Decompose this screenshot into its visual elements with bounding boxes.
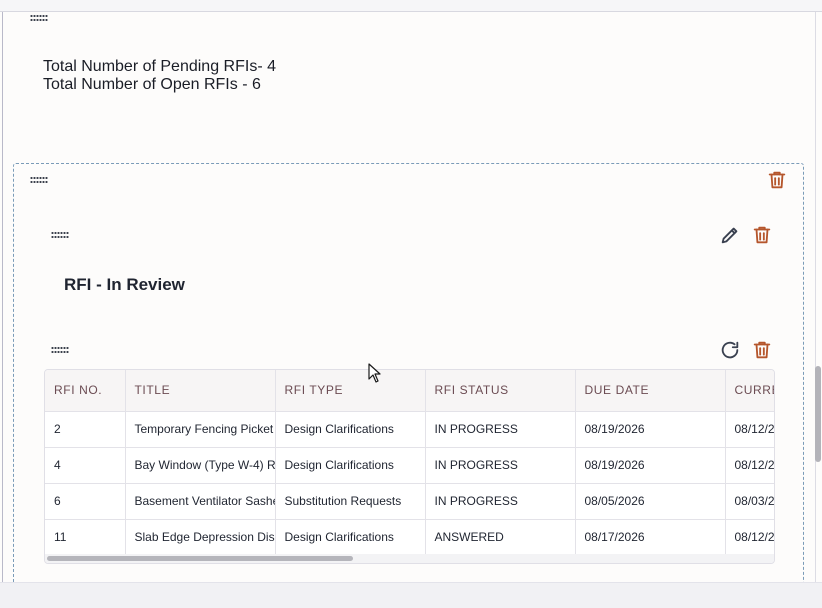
cell-current: 08/03/2 [725,483,774,520]
cell-title: Temporary Fencing Picket S [125,411,276,448]
pencil-icon[interactable] [719,224,741,246]
cell-rfi-status: IN PROGRESS [425,483,576,520]
trash-icon[interactable] [751,224,773,246]
cell-rfi-type: Design Clarifications [275,447,426,484]
drag-handle-icon[interactable] [51,346,69,354]
column-header-title[interactable]: TITLE [125,370,276,412]
column-header-rfi-type[interactable]: RFI TYPE [275,370,426,412]
cell-rfi-no: 11 [45,519,126,556]
cell-due-date: 08/05/2026 [575,483,726,520]
bottom-bar [0,582,822,608]
cell-rfi-no: 4 [45,447,126,484]
column-header-current[interactable]: CURRE [725,370,774,412]
left-rule [2,12,3,582]
cell-rfi-type: Substitution Requests [275,483,426,520]
cell-title: Basement Ventilator Sashe [125,483,276,520]
widget-title: RFI - In Review [64,275,185,294]
table-row[interactable]: 11 Slab Edge Depression Discr Design Cla… [45,519,774,556]
cell-rfi-status: ANSWERED [425,519,576,556]
table-row[interactable]: 4 Bay Window (Type W-4) Ro Design Clarif… [45,447,774,484]
cell-current: 08/12/2 [725,447,774,484]
open-rfi-count: Total Number of Open RFIs - 6 [43,76,261,93]
cell-current: 08/12/2 [725,519,774,556]
cell-title: Slab Edge Depression Discr [125,519,276,556]
cell-due-date: 08/19/2026 [575,411,726,448]
page-scrollbar-thumb[interactable] [815,366,821,462]
right-rule [815,12,816,582]
cell-due-date: 08/17/2026 [575,519,726,556]
cell-rfi-no: 6 [45,483,126,520]
cell-rfi-status: IN PROGRESS [425,411,576,448]
trash-icon[interactable] [751,339,773,361]
cell-due-date: 08/19/2026 [575,447,726,484]
drag-handle-icon[interactable] [30,14,48,22]
table-scrollbar-thumb[interactable] [47,556,353,561]
table-header-row: RFI NO. TITLE RFI TYPE RFI STATUS DUE DA… [45,370,774,412]
column-header-rfi-status[interactable]: RFI STATUS [425,370,576,412]
column-header-rfi-no[interactable]: RFI NO. [45,370,126,412]
column-header-due-date[interactable]: DUE DATE [575,370,726,412]
cell-rfi-status: IN PROGRESS [425,447,576,484]
top-border [0,0,822,12]
mouse-cursor-icon [368,363,382,383]
cell-title: Bay Window (Type W-4) Ro [125,447,276,484]
table-row[interactable]: 2 Temporary Fencing Picket S Design Clar… [45,411,774,448]
drag-handle-icon[interactable] [51,231,69,239]
cell-rfi-type: Design Clarifications [275,519,426,556]
table-row[interactable]: 6 Basement Ventilator Sashe Substitution… [45,483,774,520]
rfi-summary: Total Number of Pending RFIs- 4 Total Nu… [43,58,276,94]
refresh-icon[interactable] [719,339,741,361]
cell-rfi-type: Design Clarifications [275,411,426,448]
rfi-table[interactable]: RFI NO. TITLE RFI TYPE RFI STATUS DUE DA… [44,369,775,564]
pending-rfi-count: Total Number of Pending RFIs- 4 [43,58,276,75]
cell-current: 08/12/2 [725,411,774,448]
cell-rfi-no: 2 [45,411,126,448]
table-horizontal-scrollbar[interactable] [45,554,774,563]
trash-icon[interactable] [766,169,788,191]
drag-handle-icon[interactable] [30,176,48,184]
